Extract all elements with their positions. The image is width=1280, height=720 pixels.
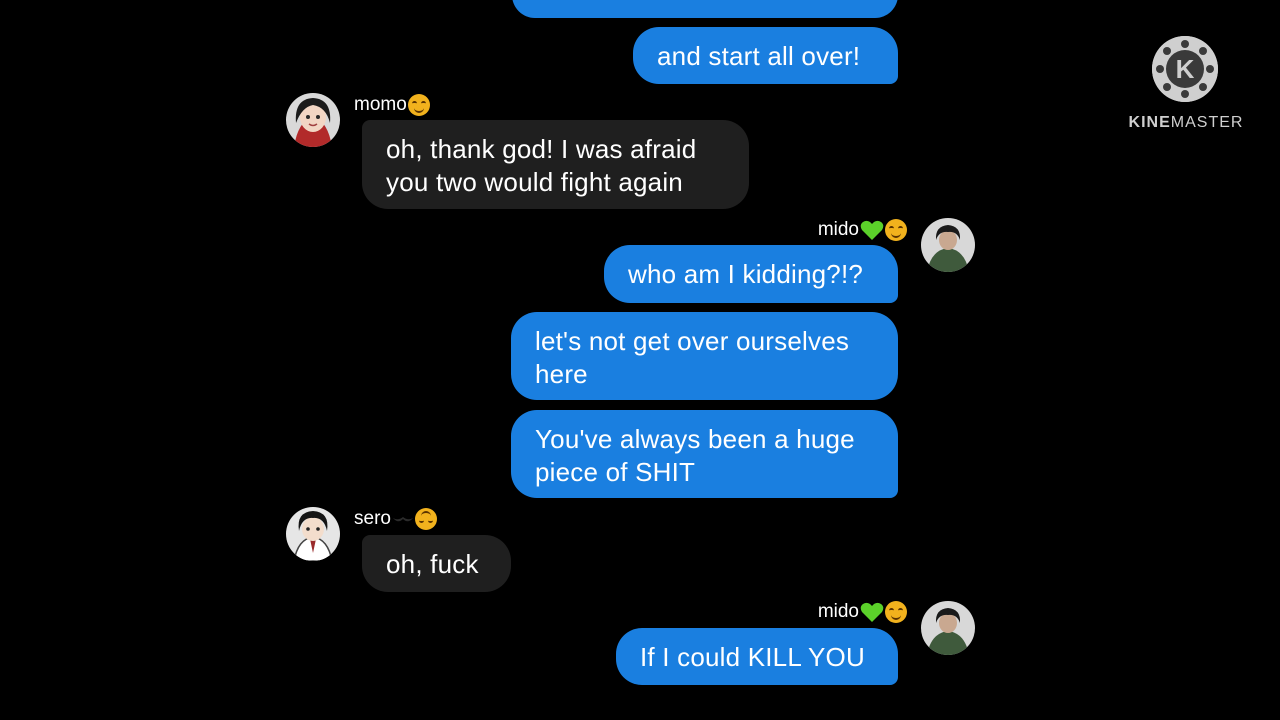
- sender-momo: momo: [354, 93, 430, 117]
- message-bubble: You've always been a huge piece of SHIT: [511, 410, 898, 498]
- message-bubble: If I could KILL YOU: [616, 628, 898, 685]
- avatar-sero[interactable]: [286, 507, 340, 561]
- message-bubble: and start all over!: [633, 27, 898, 84]
- kinemaster-wordmark: KINEMASTER: [1128, 114, 1244, 132]
- green-heart-icon: [860, 219, 884, 241]
- sender-name: mido: [817, 219, 859, 240]
- brand-part1: KINE: [1128, 114, 1171, 131]
- green-heart-icon: [860, 601, 884, 623]
- smiling-emoji-icon: [885, 601, 907, 623]
- sender-mido: mido: [760, 218, 907, 242]
- kinemaster-watermark: K KINEMASTER: [1128, 36, 1244, 136]
- sender-name: mido: [817, 601, 859, 622]
- sender-mido: mido: [760, 600, 907, 624]
- message-bubble-cutoff: [512, 0, 898, 18]
- message-bubble: let's not get over ourselves here: [511, 312, 898, 400]
- logo-letter: K: [1176, 54, 1195, 84]
- upside-down-face-icon: [414, 508, 437, 530]
- message-bubble: who am I kidding?!?: [604, 245, 898, 303]
- brand-part2: MASTER: [1170, 114, 1244, 131]
- chat-screen: and start all over! momo oh, thank god! …: [0, 0, 1280, 720]
- avatar-mido[interactable]: [921, 218, 975, 272]
- smiling-emoji-icon: [407, 94, 430, 116]
- sender-name: sero: [354, 508, 391, 529]
- sender-name: momo: [354, 94, 407, 115]
- sender-sero: sero: [354, 507, 437, 531]
- message-bubble: oh, fuck: [362, 535, 511, 592]
- avatar-momo[interactable]: [286, 93, 340, 147]
- mustache-icon: [392, 514, 414, 524]
- message-bubble: oh, thank god! I was afraid you two woul…: [362, 120, 749, 209]
- avatar-mido[interactable]: [921, 601, 975, 655]
- kinemaster-logo-icon: K: [1152, 36, 1218, 102]
- smiling-emoji-icon: [885, 219, 907, 241]
